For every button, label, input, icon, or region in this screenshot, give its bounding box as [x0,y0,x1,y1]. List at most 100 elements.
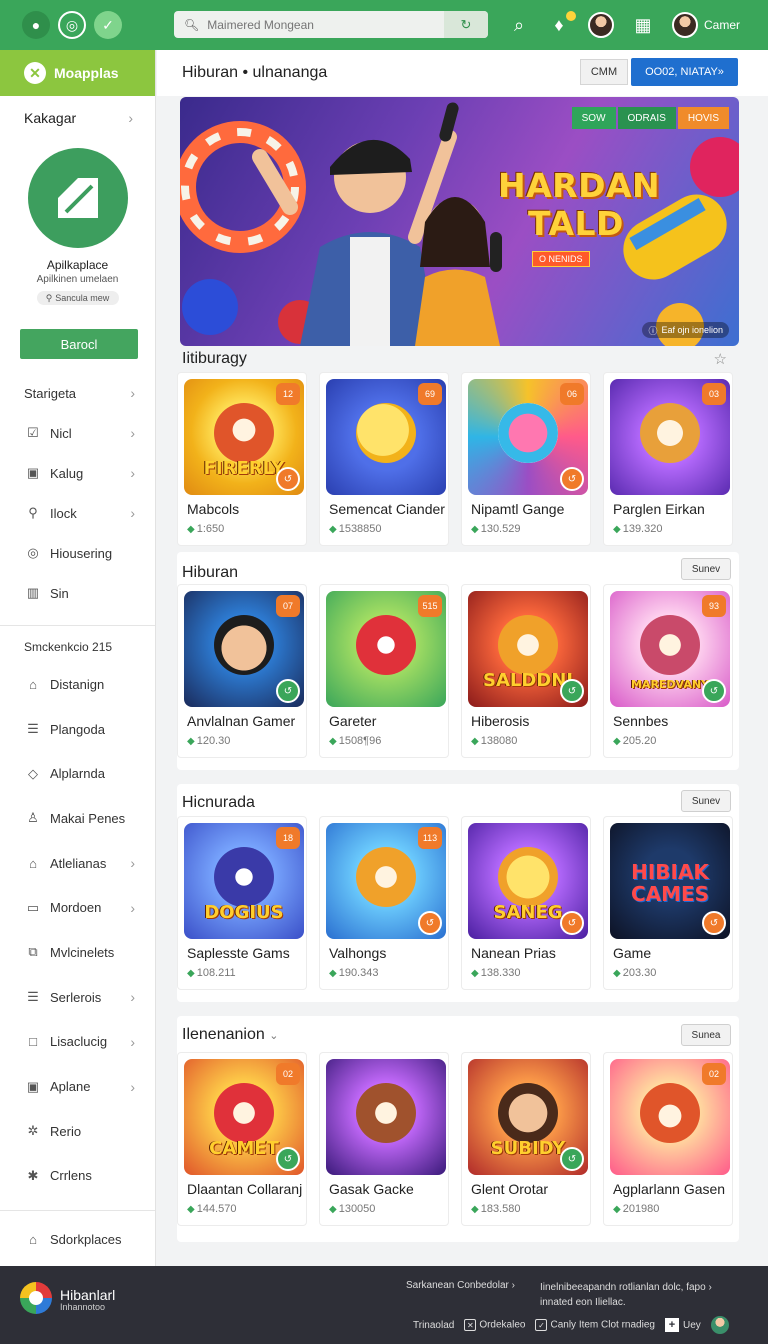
search-input[interactable] [207,17,428,32]
calendar-icon[interactable]: ▦ [632,15,654,36]
sidebar-item-serlerois[interactable]: ☰ Serlerois › [0,975,155,1020]
game-meta: ◆ 138080 [471,735,517,747]
sidebar-item-ilock[interactable]: ⚲ Ilock › [0,493,155,533]
user-menu[interactable]: Camer [671,12,740,38]
sidebar-item-crrlens[interactable]: ✱ Crrlens [0,1154,155,1199]
sidebar-item-makai-penes[interactable]: ♙ Makai Penes [0,796,155,841]
sidebar-item-sin[interactable]: ▥ Sin [0,573,155,613]
brand[interactable]: ✕ Moapplas [0,50,155,96]
sidebar-item-lisaclucig[interactable]: □ Lisaclucig › [0,1020,155,1065]
footer-brand: Hibanlarl Inhannotoo [60,1288,115,1312]
character-image [640,1083,700,1143]
brand-logo-icon: ✕ [24,62,46,84]
banner-chip[interactable]: ODRAIS [617,107,676,129]
play-icon[interactable]: ↺ [560,679,584,703]
profile-tag[interactable]: ⚲ Sancula mew [36,291,119,305]
play-icon[interactable]: ↺ [276,467,300,491]
banner-chip[interactable]: SOW [571,107,616,129]
home-icon: ⌂ [29,676,37,692]
refresh-button[interactable]: ↻ [444,11,488,38]
sidebar-item-hiousering[interactable]: ◎ Hiousering [0,533,155,573]
search-bar: 🔍︎ ↻ [174,11,488,38]
sidebar-item-plangoda[interactable]: ☰ Plangoda [0,707,155,752]
game-name: Gareter [329,713,377,729]
game-rank-badge: 18 [276,827,300,849]
game-card[interactable]: 06 ↺ Nipamtl Gange ◆ 130.529 [461,372,591,546]
play-icon[interactable]: ↺ [560,1147,584,1171]
game-thumbnail [326,1059,446,1175]
section-title: Ilenenanion ⌄ [182,1026,278,1044]
game-card[interactable]: 03 Parglen Eirkan ◆ 139.320 [603,372,733,546]
columns-icon: ▥ [26,585,40,600]
game-name: Anvlalnan Gamer [187,713,296,729]
sidebar-item-label: Alplarnda [50,766,105,782]
game-card[interactable]: SUBIDY ↺ Glent Orotar ◆ 183.580 [461,1052,591,1226]
game-meta: ◆ 201980 [613,1203,659,1215]
avatar[interactable] [587,12,614,38]
chat-icon[interactable]: ● [22,11,50,39]
game-thumbnail: 02 [610,1059,730,1175]
play-icon[interactable]: ↺ [276,1147,300,1171]
play-icon[interactable]: ↺ [560,911,584,935]
footer-action[interactable]: ✓ Canly Item Clot rnadieg [535,1319,655,1331]
hero-banner[interactable]: SOW ODRAIS HOVIS HARDAN TALD O NENIDS ⓘ … [180,97,739,346]
game-card[interactable]: SALDDNI ↺ Hiberosis ◆ 138080 [461,584,591,758]
game-card[interactable]: 515 Gareter ◆ 1508¶96 [319,584,449,758]
play-icon[interactable]: ↺ [560,467,584,491]
sidebar-item-sdorkplaces[interactable]: ⌂ Sdorkplaces [0,1219,155,1259]
game-card[interactable]: 02 Agplarlann Gasen ◆ 201980 [603,1052,733,1226]
play-icon[interactable]: ↺ [702,911,726,935]
sidebar-item-starigeta[interactable]: Starigeta › [0,373,155,413]
play-icon[interactable]: ↺ [276,679,300,703]
footer-link[interactable]: Iinelnibeeapandn rotlianlan dolc, fapo ›… [540,1280,712,1310]
sidebar-item-rerio[interactable]: ✲ Rerio [0,1109,155,1154]
sidebar-item-atlelianas[interactable]: ⌂ Atlelianas › [0,841,155,886]
layers-icon: ⧉ [28,944,38,960]
star-icon[interactable]: ☆ [714,350,727,368]
footer-action[interactable]: ✕ Ordekaleo [464,1319,525,1331]
game-card[interactable]: SANEG ↺ Nanean Prias ◆ 138.330 [461,816,591,990]
leaf-icon: ◆ [613,967,621,979]
check-icon[interactable]: ✓ [94,11,122,39]
game-section: Iitiburagy ☆ 12 FIRERLY ↺ Mabcols ◆ 1:650… [177,346,739,550]
game-card[interactable]: 02 CAMET ↺ Dlaantan Collaranj ◆ 144.570 [177,1052,307,1226]
sidebar-action-button[interactable]: Barocl [20,329,138,359]
primary-button[interactable]: OO02, NIATAY» [631,58,738,86]
home-icon: ⌂ [29,1231,37,1247]
game-card[interactable]: 07 ↺ Anvlalnan Gamer ◆ 120.30 [177,584,307,758]
sidebar-item-kalug[interactable]: ▣ Kalug › [0,453,155,493]
globe-icon[interactable]: ◎ [58,11,86,39]
play-icon[interactable]: ↺ [418,911,442,935]
chevron-down-icon[interactable]: ⌄ [269,1030,278,1042]
footer-link[interactable]: Sarkanean Conbedolar › [406,1280,515,1291]
profile-tag-label: Sancula mew [55,293,110,303]
game-card[interactable]: 93 MAREDVANY ↺ Sennbes ◆ 205.20 [603,584,733,758]
game-card[interactable]: HIBIAK CAMES ↺ Game ◆ 203.30 [603,816,733,990]
sidebar-item-mvlcinelets[interactable]: ⧉ Mvlcinelets [0,930,155,975]
play-icon[interactable]: ↺ [702,679,726,703]
banner-chip[interactable]: HOVIS [677,107,729,129]
sidebar-item-aplane[interactable]: ▣ Aplane › [0,1064,155,1109]
footer-action[interactable]: Trinaolad [413,1320,454,1331]
monitor-icon: ▭ [26,899,40,915]
section-more-button[interactable]: Sunea [681,1024,731,1046]
sidebar-item-alplarnda[interactable]: ◇ Alplarnda [0,751,155,796]
section-more-button[interactable]: Sunev [681,558,731,580]
lightbulb-icon[interactable]: ♦ [548,10,576,36]
search-icon[interactable]: ⌕ [508,15,530,36]
game-card[interactable]: 113 ↺ Valhongs ◆ 190.343 [319,816,449,990]
footer-action[interactable]: + Uey [664,1318,701,1332]
game-card[interactable]: 69 Semencat Ciander ◆ 1538850 [319,372,449,546]
sidebar-heading[interactable]: Kakagar › [0,96,155,126]
game-card[interactable]: Gasak Gacke ◆ 130050 [319,1052,449,1226]
section-more-button[interactable]: Sunev [681,790,731,812]
avatar[interactable] [710,1316,729,1334]
game-card[interactable]: 18 DOGIUS Saplesste Gams ◆ 108.211 [177,816,307,990]
leaf-icon: ◆ [471,967,479,979]
game-name: Agplarlann Gasen [613,1181,726,1197]
sidebar-item-nicl[interactable]: ☑ Nicl › [0,413,155,453]
sidebar-item-mordoen[interactable]: ▭ Mordoen › [0,885,155,930]
game-card[interactable]: 12 FIRERLY ↺ Mabcols ◆ 1:650 [177,372,307,546]
secondary-button[interactable]: CMM [580,59,628,85]
sidebar-item-distanign[interactable]: ⌂ Distanign [0,662,155,707]
